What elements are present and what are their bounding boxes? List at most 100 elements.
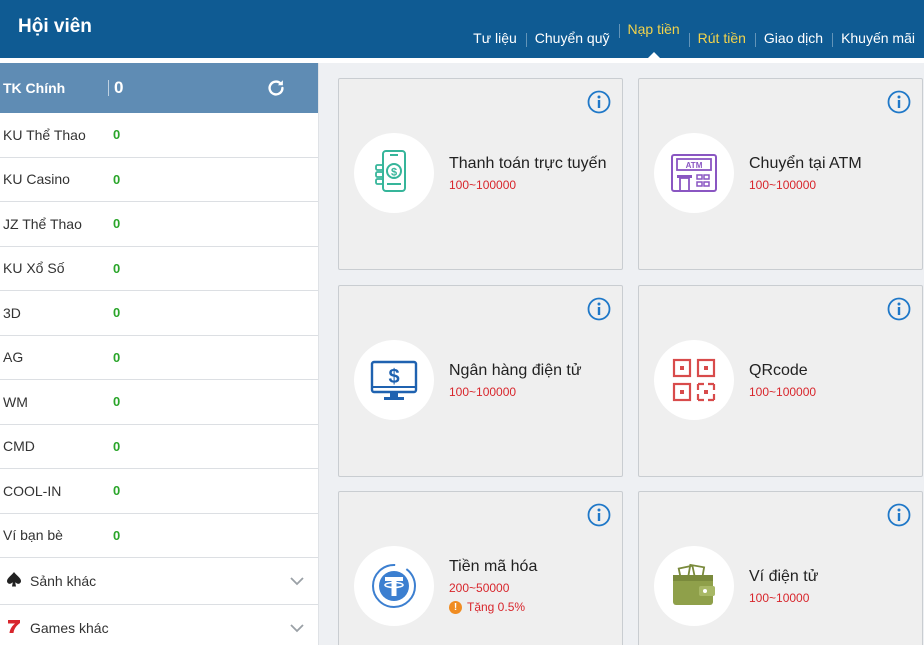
wallet-name: AG <box>3 349 24 366</box>
info-icon[interactable] <box>587 503 611 527</box>
method-title: Ngân hàng điện tử <box>449 362 582 379</box>
wallet-row: CMD 0 <box>0 425 318 469</box>
method-card-atm[interactable]: ATM Chuyển tại ATM 100~100000 <box>638 78 923 270</box>
svg-text:$: $ <box>388 366 399 388</box>
warning-icon: ! <box>449 600 462 614</box>
chevron-down-icon[interactable] <box>290 574 304 588</box>
method-range: 100~100000 <box>749 385 817 399</box>
wallet-name: 3D <box>3 304 21 321</box>
group-label: Games khác <box>30 620 109 636</box>
wallet-balance: 0 <box>113 127 121 143</box>
wallet-balance: 0 <box>113 527 121 543</box>
mobile-payment-icon: $ <box>375 150 406 192</box>
nav-item-rut-tien[interactable]: Rút tiền <box>688 30 755 58</box>
wallet-row: WM 0 <box>0 380 318 425</box>
nav-item-chuyen-quy[interactable]: Chuyển quỹ <box>525 30 619 58</box>
wallet-balance: 0 <box>113 483 121 499</box>
method-range: 100~100000 <box>449 178 517 192</box>
nav-item-khuyen-mai[interactable]: Khuyến mãi <box>832 30 924 58</box>
group-sanh-khac[interactable]: Sảnh khác <box>0 558 318 605</box>
spade-icon <box>5 571 23 591</box>
top-nav: Tư liệu Chuyển quỹ Nạp tiền Rút tiền Gia… <box>464 0 924 58</box>
method-icon-circle: $ <box>354 133 434 213</box>
wallet-name: KU Xổ Số <box>3 260 65 277</box>
method-range: 100~100000 <box>449 385 517 399</box>
method-text: Ngân hàng điện tử 100~100000 <box>449 362 582 399</box>
atm-icon: ATM <box>671 154 717 192</box>
method-text: Tiền mã hóa 200~50000 ! Tặng 0.5% <box>449 558 537 614</box>
method-icon-circle <box>654 546 734 626</box>
method-text: QRcode 100~100000 <box>749 362 816 399</box>
seven-icon <box>5 619 23 638</box>
nav-item-nap-tien[interactable]: Nạp tiền <box>618 21 689 58</box>
method-title: Chuyển tại ATM <box>749 155 862 172</box>
method-card-ebanking[interactable]: $ Ngân hàng điện tử 100~100000 <box>338 285 623 477</box>
wallet-row: KU Thể Thao 0 <box>0 113 318 158</box>
method-icon-circle: $ <box>354 340 434 420</box>
wallet-row: KU Xổ Số 0 <box>0 247 318 291</box>
svg-text:$: $ <box>391 167 397 179</box>
wallet-name: COOL-IN <box>3 482 62 499</box>
nav-item-giao-dich[interactable]: Giao dịch <box>754 30 832 58</box>
wallet-balance: 0 <box>113 438 121 454</box>
method-card-ewallet[interactable]: Ví điện tử 100~10000 <box>638 491 923 645</box>
wallet-name: JZ Thể Thao <box>3 215 82 232</box>
main-account-label: TK Chính <box>3 80 66 96</box>
bonus-text: Tặng 0.5% <box>467 600 526 614</box>
method-card-crypto[interactable]: Tiền mã hóa 200~50000 ! Tặng 0.5% <box>338 491 623 645</box>
wallet-balance: 0 <box>113 305 121 321</box>
method-title: Tiền mã hóa <box>449 558 538 575</box>
wallet-name: WM <box>3 393 28 410</box>
wallet-name: Ví bạn bè <box>3 527 63 544</box>
wallet-row: JZ Thể Thao 0 <box>0 202 318 247</box>
qrcode-icon <box>672 358 716 402</box>
wallet-row: 3D 0 <box>0 291 318 336</box>
method-range: 100~100000 <box>749 178 817 192</box>
info-icon[interactable] <box>887 297 911 321</box>
method-text: Thanh toán trực tuyến 100~100000 <box>449 155 606 192</box>
wallet-icon <box>673 563 715 605</box>
wallet-row: AG 0 <box>0 336 318 380</box>
wallet-balance: 0 <box>113 394 121 410</box>
wallet-sidebar: TK Chính 0 KU Thể Thao 0 KU Casino 0 JZ … <box>0 63 319 645</box>
page-title: Hội viên <box>18 16 92 37</box>
info-icon[interactable] <box>587 90 611 114</box>
wallet-name: KU Thể Thao <box>3 126 86 143</box>
divider <box>108 80 109 96</box>
wallet-row: Ví bạn bè 0 <box>0 514 318 558</box>
tether-icon <box>372 564 416 608</box>
info-icon[interactable] <box>887 503 911 527</box>
method-text: Chuyển tại ATM 100~100000 <box>749 155 862 192</box>
refresh-icon[interactable] <box>265 77 287 99</box>
method-range: 100~10000 <box>749 591 810 605</box>
info-icon[interactable] <box>887 90 911 114</box>
nav-item-tu-lieu[interactable]: Tư liệu <box>464 30 526 58</box>
method-card-qrcode[interactable]: QRcode 100~100000 <box>638 285 923 477</box>
method-icon-circle <box>654 340 734 420</box>
group-label: Sảnh khác <box>30 573 97 589</box>
method-range: 200~50000 <box>449 581 510 595</box>
wallet-name: KU Casino <box>3 171 70 188</box>
info-icon[interactable] <box>587 297 611 321</box>
wallet-row: KU Casino 0 <box>0 158 318 202</box>
chevron-down-icon[interactable] <box>290 621 304 635</box>
wallet-name: CMD <box>3 438 35 455</box>
top-header: Hội viên Tư liệu Chuyển quỹ Nạp tiền Rút… <box>0 0 924 58</box>
svg-text:ATM: ATM <box>686 161 703 170</box>
method-icon-circle: ATM <box>654 133 734 213</box>
wallet-balance: 0 <box>113 216 121 232</box>
method-title: QRcode <box>749 362 808 379</box>
main-account-balance: 0 <box>114 78 124 97</box>
wallet-balance: 0 <box>113 349 121 365</box>
method-text: Ví điện tử 100~10000 <box>749 568 818 605</box>
method-title: Ví điện tử <box>749 568 819 585</box>
wallet-balance: 0 <box>113 260 121 276</box>
method-card-online-payment[interactable]: $ Thanh toán trực tuyến 100~100000 <box>338 78 623 270</box>
group-games-khac[interactable]: Games khác <box>0 605 318 645</box>
method-title: Thanh toán trực tuyến <box>449 155 607 172</box>
main-account-bar: TK Chính 0 <box>0 63 318 113</box>
method-icon-circle <box>354 546 434 626</box>
monitor-dollar-icon: $ <box>370 360 418 400</box>
wallet-row: COOL-IN 0 <box>0 469 318 514</box>
wallet-balance: 0 <box>113 171 121 187</box>
